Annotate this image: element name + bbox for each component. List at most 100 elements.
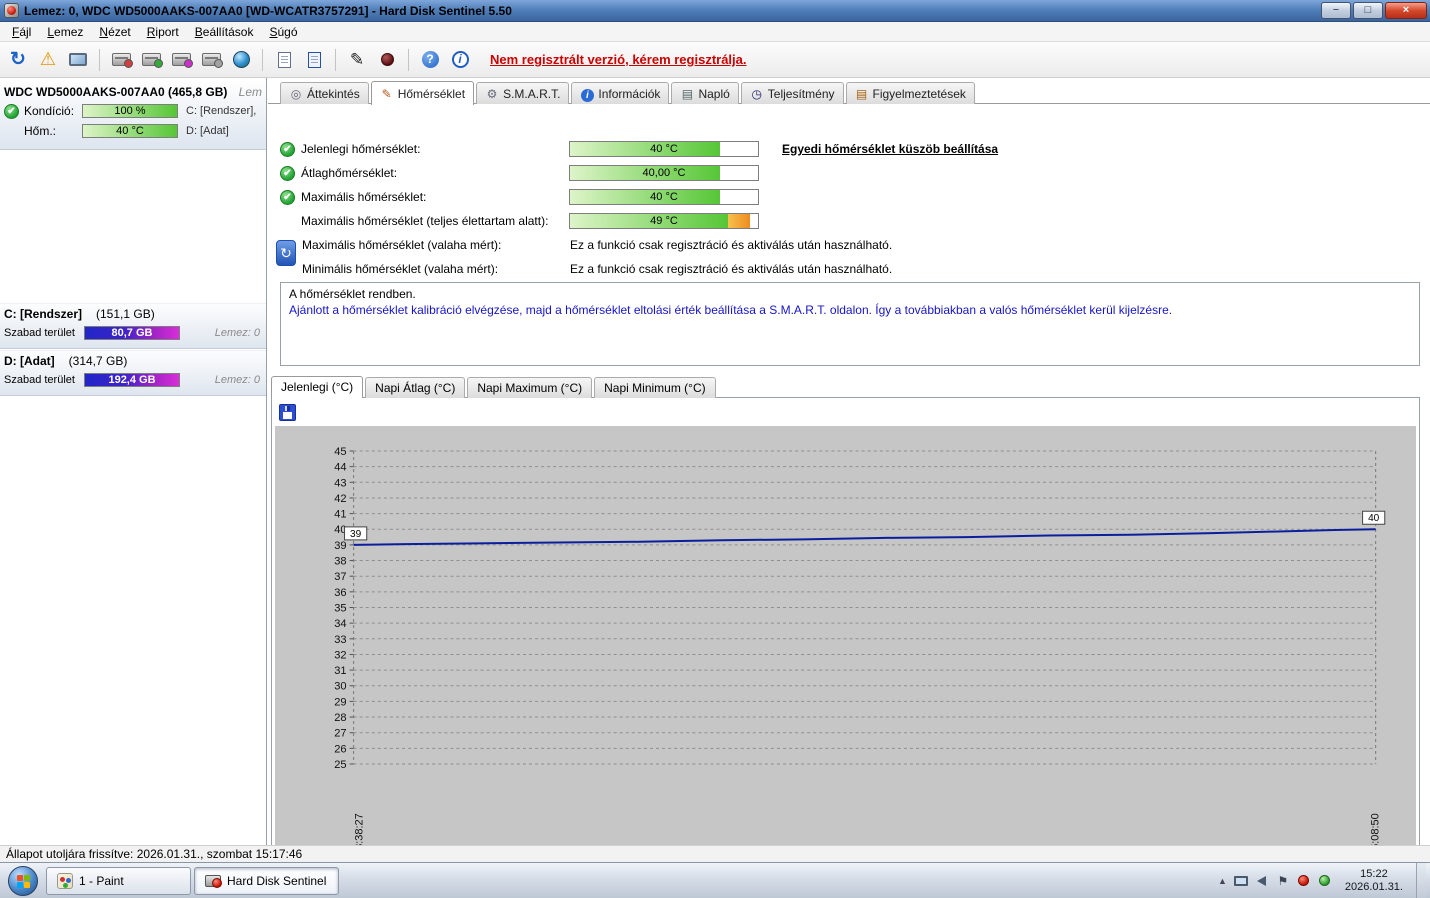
- volume-size: (151,1 GB): [96, 307, 155, 321]
- tab-log[interactable]: ▤ Napló: [671, 82, 739, 104]
- tray-display-icon[interactable]: [1233, 874, 1248, 888]
- start-button[interactable]: [8, 865, 38, 896]
- free-space-label: Szabad terület: [4, 374, 75, 386]
- tray-volume-icon[interactable]: [1255, 874, 1269, 888]
- menu-view[interactable]: Nézet: [91, 23, 138, 41]
- chart-tab-current[interactable]: Jelenlegi (°C): [271, 376, 364, 398]
- refresh-button[interactable]: ↻: [4, 46, 32, 74]
- temp-row-ever-min: Minimális hőmérséklet (valaha mért): Ez …: [268, 258, 1430, 280]
- chart-tab-bar: Jelenlegi (°C) Napi Átlag (°C) Napi Maxi…: [271, 376, 716, 398]
- disk-action-button-3[interactable]: [167, 46, 195, 74]
- report-button[interactable]: [270, 46, 298, 74]
- minimize-button[interactable]: −: [1321, 2, 1351, 19]
- save-report-button[interactable]: [300, 46, 328, 74]
- menu-disk[interactable]: Lemez: [39, 23, 91, 41]
- check-icon: ✔: [280, 165, 295, 181]
- condition-label: Kondíció:: [24, 104, 75, 118]
- disk-list-item[interactable]: WDC WD5000AAKS-007AA0 (465,8 GB) Lem ✔ K…: [0, 82, 266, 150]
- ink-button[interactable]: [373, 46, 401, 74]
- svg-text:40: 40: [1368, 513, 1380, 524]
- tray-hds-icon[interactable]: [1297, 874, 1311, 888]
- thermometer-icon: ✎: [381, 86, 392, 101]
- temperature-value: 40 °C: [116, 125, 144, 137]
- menu-file[interactable]: Fájl: [4, 23, 39, 41]
- pen-report-button[interactable]: ✎: [343, 46, 371, 74]
- chart-tab-daily-minimum[interactable]: Napi Minimum (°C): [594, 377, 716, 398]
- clock-date: 2026.01.31.: [1344, 880, 1403, 893]
- system-tray: ▲ ⚑ 15:22 2026.01.31.: [1218, 863, 1430, 898]
- tab-overview[interactable]: ◎ Áttekintés: [280, 82, 369, 104]
- svg-text:27: 27: [334, 728, 346, 740]
- alert-page-icon: ▤: [855, 86, 868, 101]
- temp-bar: 49 °C: [569, 213, 759, 229]
- menu-report[interactable]: Riport: [139, 23, 187, 41]
- taskbar-clock[interactable]: 15:22 2026.01.31.: [1339, 868, 1409, 894]
- svg-text:31: 31: [334, 665, 346, 677]
- menu-help[interactable]: Súgó: [261, 23, 305, 41]
- temp-bar-value: 40 °C: [650, 191, 678, 203]
- condition-value: 100 %: [114, 105, 146, 117]
- temp-row-maximum: ✔ Maximális hőmérséklet: 40 °C: [268, 186, 1430, 208]
- tray-status-icon[interactable]: [1318, 874, 1332, 888]
- svg-text:28: 28: [334, 712, 346, 724]
- svg-text:35: 35: [334, 603, 346, 615]
- close-button[interactable]: ×: [1385, 2, 1427, 19]
- tab-alerts[interactable]: ▤ Figyelmeztetések: [845, 82, 975, 104]
- svg-text:39: 39: [334, 540, 346, 552]
- online-button[interactable]: [227, 46, 255, 74]
- document-blue-icon: [307, 51, 321, 68]
- taskbar-button-hard-disk-sentinel[interactable]: Hard Disk Sentinel: [194, 866, 339, 895]
- tray-action-center-flag-icon[interactable]: ⚑: [1276, 874, 1290, 888]
- volume-d-item[interactable]: D: [Adat] (314,7 GB) Szabad terület 192,…: [0, 350, 266, 396]
- toolbar-separator: [335, 48, 336, 71]
- chart-tab-daily-maximum[interactable]: Napi Maximum (°C): [467, 377, 593, 398]
- main-panel: ◎ Áttekintés ✎ Hőmérséklet ⚙ S.M.A.R.T. i In…: [268, 78, 1430, 865]
- sidebar: WDC WD5000AAKS-007AA0 (465,8 GB) Lem ✔ K…: [0, 78, 267, 845]
- monitor-button[interactable]: [64, 46, 92, 74]
- disk-action-button-2[interactable]: [137, 46, 165, 74]
- tab-performance[interactable]: ◷ Teljesítmény: [740, 82, 844, 104]
- unregistered-version-link[interactable]: Nem regisztrált verzió, kérem regisztrál…: [490, 52, 747, 67]
- show-desktop-button[interactable]: [1416, 863, 1426, 898]
- disk-header: WDC WD5000AAKS-007AA0 (465,8 GB) Lem: [0, 82, 266, 101]
- svg-text:39: 39: [350, 529, 362, 540]
- disk-header-suffix: Lem: [238, 85, 262, 99]
- svg-text:32: 32: [334, 649, 346, 661]
- temperature-row: Hőm.: 40 °C D: [Adat]: [0, 121, 266, 141]
- help-button[interactable]: ?: [416, 46, 444, 74]
- info-button[interactable]: i: [446, 46, 474, 74]
- refresh-icon: ↻: [10, 49, 26, 70]
- temperature-status-box: A hőmérséklet rendben. Ajánlott a hőmérs…: [280, 282, 1420, 366]
- tab-temperature[interactable]: ✎ Hőmérséklet: [370, 81, 475, 105]
- svg-text:44: 44: [334, 462, 346, 474]
- gear-icon: ⚙: [486, 86, 498, 101]
- volume-name: C: [Rendszer]: [4, 307, 83, 321]
- temp-bar-value: 49 °C: [650, 215, 678, 227]
- disk-action-button-4[interactable]: [197, 46, 225, 74]
- disk-action-button-1[interactable]: [107, 46, 135, 74]
- registration-required-text: Ez a funkció csak regisztráció és aktivá…: [570, 262, 893, 276]
- custom-threshold-link[interactable]: Egyedi hőmérséklet küszöb beállítása: [782, 142, 998, 156]
- tab-label: Áttekintés: [307, 86, 360, 101]
- maximize-button[interactable]: □: [1353, 2, 1383, 19]
- volume-c-item[interactable]: C: [Rendszer] (151,1 GB) Szabad terület …: [0, 303, 266, 349]
- volume-header: C: [Rendszer] (151,1 GB): [0, 304, 266, 323]
- temp-bar-value: 40,00 °C: [642, 167, 686, 179]
- taskbar: 1 - Paint Hard Disk Sentinel ▲ ⚑ 15:22 2…: [0, 862, 1430, 898]
- menu-settings[interactable]: Beállítások: [187, 23, 262, 41]
- hard-disk-icon: [201, 53, 223, 68]
- temp-bar: 40 °C: [569, 189, 759, 205]
- temp-bar: 40,00 °C: [569, 165, 759, 181]
- tab-label: Figyelmeztetések: [872, 86, 966, 101]
- tab-smart[interactable]: ⚙ S.M.A.R.T.: [476, 82, 570, 104]
- tab-information[interactable]: i Információk: [571, 82, 670, 104]
- show-hidden-icons-button[interactable]: ▲: [1218, 876, 1227, 886]
- status-bar: Állapot utoljára frissítve: 2026.01.31.,…: [0, 845, 1430, 862]
- windows-logo-icon: [17, 874, 30, 888]
- chart-tab-daily-average[interactable]: Napi Átlag (°C): [365, 377, 466, 398]
- warning-report-button[interactable]: ⚠: [34, 46, 62, 74]
- taskbar-button-paint[interactable]: 1 - Paint: [46, 866, 191, 895]
- window-controls: − □ ×: [1321, 2, 1430, 19]
- save-chart-button[interactable]: [279, 404, 296, 421]
- svg-text:26: 26: [334, 743, 346, 755]
